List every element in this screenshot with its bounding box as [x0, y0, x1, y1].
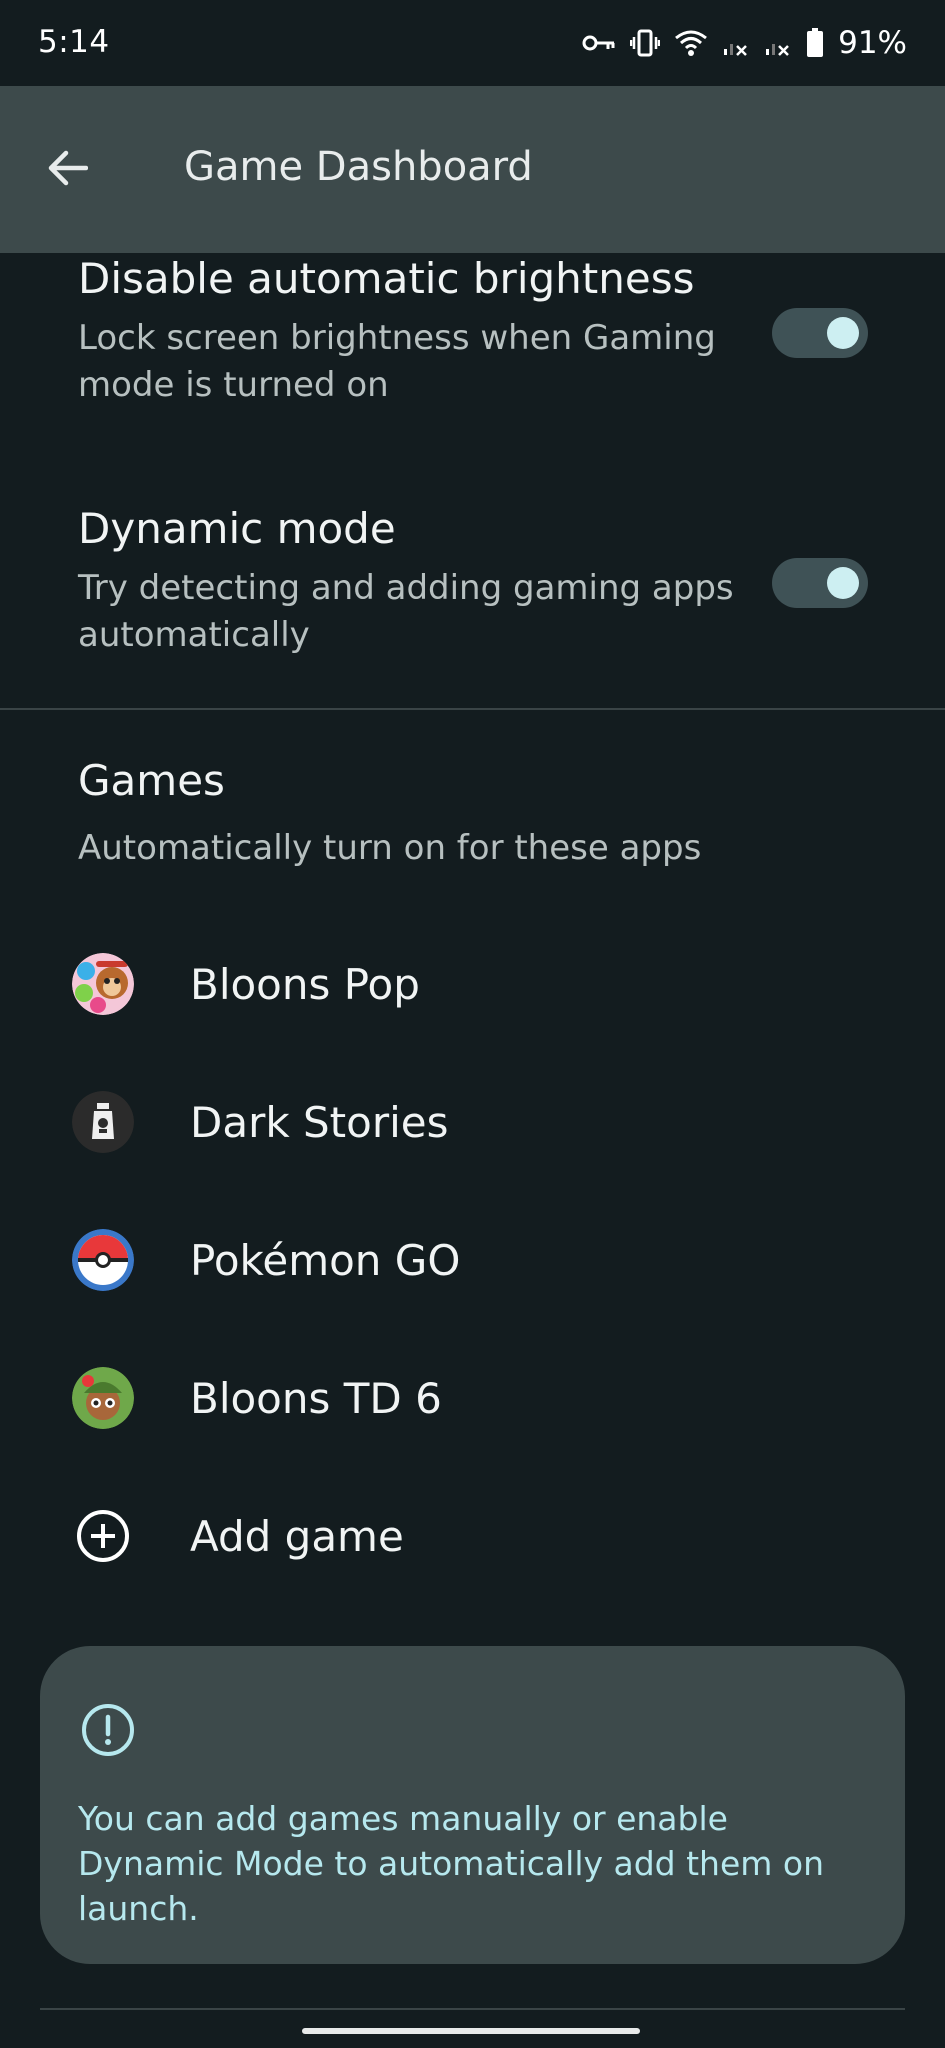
wifi-icon	[674, 29, 708, 57]
add-circle-icon	[72, 1505, 134, 1567]
setting-description: Lock screen brightness when Gaming mode …	[78, 318, 716, 405]
setting-dynamic-mode[interactable]: Dynamic mode Try detecting and adding ga…	[78, 504, 868, 659]
setting-title: Dynamic mode	[78, 504, 396, 553]
pokemon-go-app-icon	[72, 1229, 134, 1291]
info-text: You can add games manually or enable Dyn…	[78, 1799, 825, 1928]
status-bar: 5:14 91%	[0, 0, 945, 86]
setting-description: Try detecting and adding gaming apps aut…	[78, 568, 734, 655]
status-icons: 91%	[582, 22, 907, 64]
game-label: Pokémon GO	[190, 1235, 461, 1285]
signal-icon-1	[722, 29, 750, 57]
game-label: Bloons TD 6	[190, 1373, 442, 1423]
dark-stories-app-icon	[72, 1091, 134, 1153]
divider	[0, 708, 945, 710]
setting-disable-auto-brightness[interactable]: Disable automatic brightness Lock screen…	[78, 254, 868, 409]
game-label: Bloons Pop	[190, 959, 420, 1009]
disable-auto-brightness-toggle[interactable]	[772, 308, 868, 358]
setting-title: Disable automatic brightness	[78, 254, 695, 303]
game-row-bloons-pop[interactable]: Bloons Pop	[0, 929, 945, 1039]
battery-percent: 91%	[838, 25, 907, 61]
arrow-back-icon	[48, 150, 89, 190]
dynamic-mode-toggle[interactable]	[772, 558, 868, 608]
info-exclamation-icon	[80, 1702, 136, 1758]
toggle-knob	[827, 317, 859, 349]
info-card: You can add games manually or enable Dyn…	[40, 1646, 905, 1964]
home-indicator[interactable]	[302, 2028, 640, 2034]
status-time: 5:14	[38, 24, 110, 60]
vpn-key-icon	[582, 32, 616, 54]
game-row-dark-stories[interactable]: Dark Stories	[0, 1067, 945, 1177]
add-game-button[interactable]: Add game	[0, 1481, 945, 1591]
battery-icon	[806, 28, 824, 58]
signal-icon-2	[764, 29, 792, 57]
app-bar: Game Dashboard	[0, 86, 945, 253]
vibrate-icon	[630, 28, 661, 58]
toggle-knob	[827, 567, 859, 599]
game-row-bloons-td6[interactable]: Bloons TD 6	[0, 1343, 945, 1453]
games-section-description: Automatically turn on for these apps	[78, 828, 702, 868]
divider	[40, 2008, 905, 2010]
games-section-title: Games	[78, 756, 225, 805]
add-game-label: Add game	[190, 1511, 404, 1561]
bloons-pop-app-icon	[72, 953, 134, 1015]
bloons-td6-app-icon	[72, 1367, 134, 1429]
game-label: Dark Stories	[190, 1097, 449, 1147]
back-button[interactable]	[30, 132, 106, 208]
game-row-pokemon-go[interactable]: Pokémon GO	[0, 1205, 945, 1315]
page-title: Game Dashboard	[184, 144, 533, 190]
